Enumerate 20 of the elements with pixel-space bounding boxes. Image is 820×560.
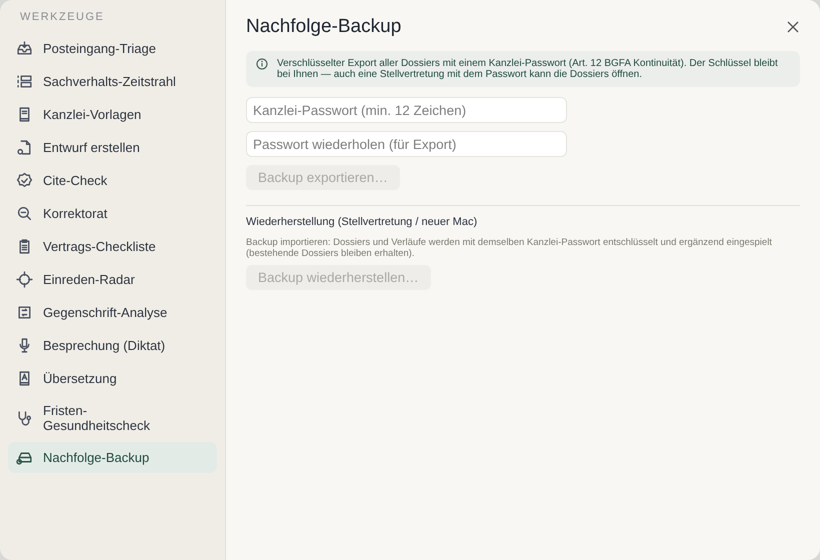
sidebar-item[interactable]: Fristen- Gesundheitscheck bbox=[8, 396, 217, 440]
sidebar-item[interactable]: Übersetzung bbox=[8, 363, 217, 394]
notice-text: Verschlüsselter Export aller Dossiers mit einem Kanzlei-Passwort (Art. 12 BGFA Kontinuität). Der Schlüssel bleibt bei Ihnen — auch eine Stellvertretung mit dem Passwort kann die Dossiers öffnen. bbox=[277, 58, 779, 80]
sidebar-item[interactable]: Entwurf erstellen bbox=[8, 132, 217, 163]
sidebar-item[interactable]: Besprechung (Diktat) bbox=[8, 330, 217, 361]
sidebar-item[interactable]: Einreden-Radar bbox=[8, 264, 217, 295]
password-field[interactable]: Passwort wiederholen (für Export) bbox=[246, 131, 567, 157]
sidebar-item[interactable]: Nachfolge-Backup bbox=[8, 442, 217, 473]
sidebar-item[interactable]: Kanzlei-Vorlagen bbox=[8, 99, 217, 130]
sidebar-item[interactable]: Korrektorat bbox=[8, 198, 217, 229]
section-description: Backup importieren: Dossiers und Verläufe werden mit demselben Kanzlei-Passwort entschlüsselt und ergänzend eingespielt (bestehende Dossiers bleiben erhalten). bbox=[246, 237, 773, 259]
sidebar-item[interactable]: Sachverhalts-Zeitstrahl bbox=[8, 66, 217, 97]
sidebar-heading: WERKZEUGE bbox=[19, 11, 106, 25]
sidebar-item[interactable]: Posteingang-Triage bbox=[8, 33, 217, 64]
sidebar-item[interactable]: Vertrags-Checkliste bbox=[8, 231, 217, 262]
sidebar-item[interactable]: Gegenschrift-Analyse bbox=[8, 297, 217, 328]
section-heading: Wiederherstellung (Stellvertretung / neuer Mac) bbox=[246, 216, 478, 228]
sidebar-item[interactable]: Cite-Check bbox=[8, 165, 217, 196]
password-field[interactable]: Kanzlei-Passwort (min. 12 Zeichen) bbox=[246, 97, 567, 123]
panel-title: Nachfolge-Backup bbox=[246, 16, 402, 38]
